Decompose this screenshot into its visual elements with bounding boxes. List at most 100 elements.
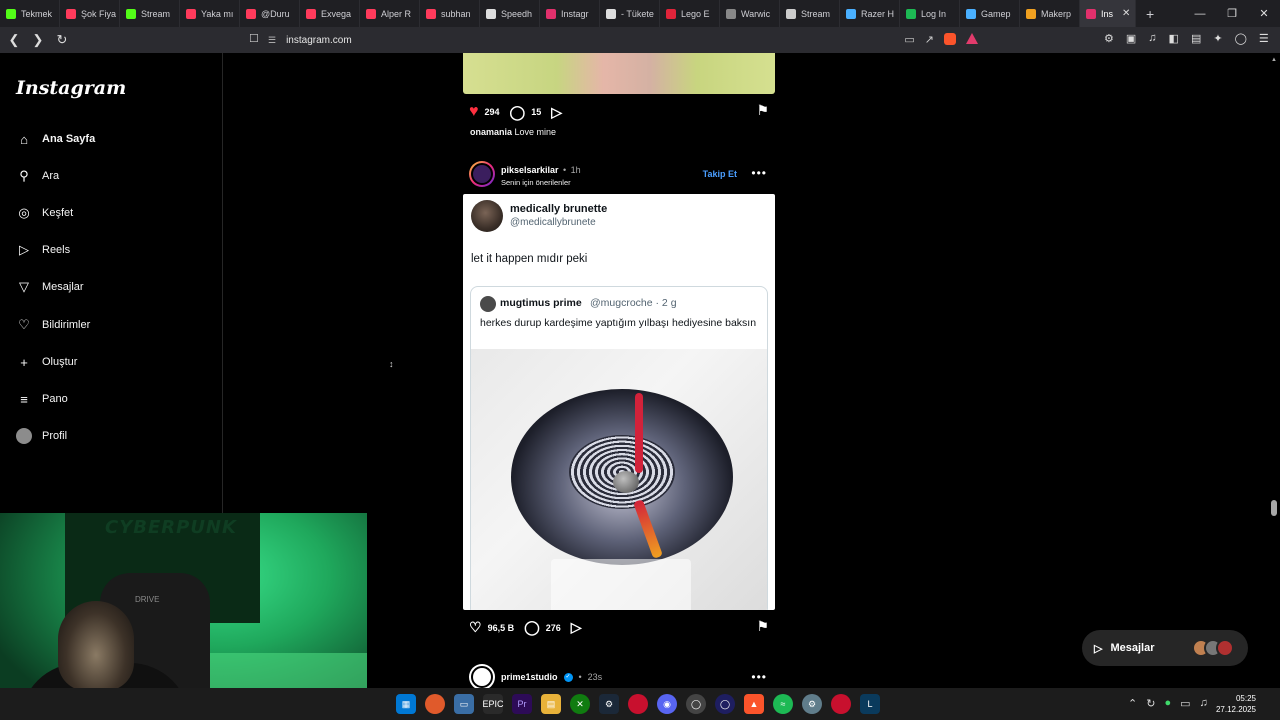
clock[interactable]: 05:25 27.12.2025 [1216, 693, 1256, 715]
browser-tab[interactable]: subhan [420, 0, 480, 27]
cast-icon[interactable]: ▭ [904, 33, 914, 46]
browser-tab[interactable]: Lego E [660, 0, 720, 27]
quoted-tweet: mugtimus prime @mugcroche · 2 g herkes d… [470, 286, 768, 610]
brave-shields-icon[interactable] [944, 33, 956, 45]
sidebar-item-send[interactable]: ▽ Mesajlar [16, 279, 84, 295]
back-icon[interactable]: ❮ [4, 32, 24, 48]
post-username[interactable]: pikselsarkilar [501, 165, 559, 175]
app-icon-1[interactable] [425, 694, 445, 714]
menu-icon[interactable]: ☰ [1259, 32, 1269, 45]
browser-tab[interactable]: Tekmek [0, 0, 60, 27]
app-icon-3[interactable] [628, 694, 648, 714]
epic-games-icon[interactable]: EPIC [483, 694, 504, 714]
comment-icon[interactable]: ◯ [524, 619, 540, 636]
mic-icon[interactable]: ● [1164, 697, 1171, 710]
next-post-username[interactable]: prime1studio [501, 672, 558, 682]
screenshot-icon[interactable]: ▣ [1126, 32, 1136, 45]
compass-icon: ◎ [18, 205, 30, 220]
instagram-logo[interactable]: Instagram [16, 77, 126, 99]
share-icon[interactable]: ▷ [551, 104, 562, 121]
post-avatar[interactable] [469, 160, 495, 187]
liked-heart-icon[interactable]: ♥ [469, 103, 479, 121]
browser-tab[interactable]: Exvega [300, 0, 360, 27]
browser-tab[interactable]: Ins ✕ [1080, 0, 1136, 27]
browser-tab[interactable]: @Duru [240, 0, 300, 27]
comment-icon[interactable]: ◯ [510, 104, 526, 121]
extensions-icon[interactable]: ⚙ [1104, 32, 1114, 45]
browser-tab[interactable]: Şok Fiya [60, 0, 120, 27]
sync-icon[interactable]: ↻ [1146, 697, 1155, 710]
save-icon[interactable]: ⚑ [756, 618, 769, 635]
scrollbar-thumb[interactable] [1271, 500, 1277, 516]
previous-post-image[interactable] [463, 53, 775, 94]
forward-icon[interactable]: ❯ [28, 32, 48, 48]
sidebar-item-home[interactable]: ⌂ Ana Sayfa [16, 131, 95, 147]
brave-rewards-icon[interactable] [966, 33, 978, 44]
steam-icon[interactable]: ⚙ [599, 694, 619, 714]
tab-close-icon[interactable]: ✕ [1122, 8, 1130, 19]
next-more-options-icon[interactable]: ••• [751, 670, 767, 684]
like-icon[interactable]: ♡ [469, 619, 482, 636]
volume-icon[interactable]: ♫ [1200, 697, 1208, 710]
xbox-icon[interactable]: ✕ [570, 694, 590, 714]
sidebar-item-dashboard[interactable]: ≡ Pano [16, 391, 68, 407]
tray-expand-icon[interactable]: ⌃ [1128, 697, 1137, 710]
scroll-up-icon[interactable]: ▲ [1271, 57, 1277, 63]
sidebar-item-compass[interactable]: ◎ Keşfet [16, 205, 73, 221]
browser-tab[interactable]: Instagr [540, 0, 600, 27]
reload-icon[interactable]: ↻ [52, 32, 72, 48]
browser-tab[interactable]: Log In [900, 0, 960, 27]
spotify-icon[interactable]: ≈ [773, 694, 793, 714]
new-tab-icon[interactable]: + [1146, 6, 1154, 22]
tab-favicon-icon [1026, 8, 1036, 19]
settings-icon[interactable]: ⚙ [802, 694, 822, 714]
post-image-tweet[interactable]: medically brunette @medicallybrunete let… [463, 194, 775, 610]
messages-pill[interactable]: ▷ Mesajlar [1082, 630, 1248, 666]
caption-username[interactable]: onamania [470, 127, 512, 137]
browser-tab[interactable]: Gamep [960, 0, 1020, 27]
bookmark-icon[interactable]: ☐ [249, 32, 259, 45]
app-icon-4[interactable]: ◯ [686, 694, 706, 714]
save-icon[interactable]: ⚑ [756, 102, 769, 119]
browser-tab[interactable]: Warwic [720, 0, 780, 27]
sidebar-item-search[interactable]: ⚲ Ara [16, 168, 59, 184]
browser-tab[interactable]: - Tükete [600, 0, 660, 27]
network-icon[interactable]: ▭ [1180, 697, 1190, 710]
brave-browser-icon[interactable]: ▲ [744, 694, 764, 714]
sidebar-toggle-icon[interactable]: ◧ [1169, 32, 1179, 45]
sidebar-item-reels[interactable]: ▷ Reels [16, 242, 70, 258]
premiere-icon[interactable]: Pr [512, 694, 532, 714]
vpn-icon[interactable]: ◯ [1235, 32, 1247, 45]
leo-icon[interactable]: ✦ [1213, 32, 1222, 45]
league-icon[interactable]: L [860, 694, 880, 714]
follow-button[interactable]: Takip Et [703, 169, 737, 179]
discord-icon[interactable]: ◉ [657, 694, 677, 714]
sidebar-item-avatar[interactable]: Profil [16, 428, 67, 444]
sidebar-item-plus[interactable]: + Oluştur [16, 354, 77, 370]
browser-tab[interactable]: Stream [120, 0, 180, 27]
browser-tab[interactable]: Makerp [1020, 0, 1080, 27]
browser-tab[interactable]: Yaka mı [180, 0, 240, 27]
app-icon-2[interactable]: ▭ [454, 694, 474, 714]
browser-tab[interactable]: Stream [780, 0, 840, 27]
file-explorer-icon[interactable]: ▤ [541, 694, 561, 714]
close-icon[interactable]: ✕ [1248, 7, 1280, 20]
browser-tab[interactable]: Razer H [840, 0, 900, 27]
address-bar[interactable]: ☰ instagram.com ▭ ↗ [268, 30, 990, 50]
start-icon[interactable]: ▦ [396, 694, 416, 714]
browser-tab[interactable]: Alper R [360, 0, 420, 27]
app-icon-6[interactable] [831, 694, 851, 714]
wallet-icon[interactable]: ▤ [1191, 32, 1201, 45]
browser-tab[interactable]: Speedh [480, 0, 540, 27]
site-info-icon[interactable]: ☰ [268, 35, 276, 46]
share-icon[interactable]: ↗ [925, 33, 934, 46]
app-icon-5[interactable]: ◯ [715, 694, 735, 714]
scrollbar[interactable]: ▲ [1268, 53, 1280, 688]
next-post-avatar[interactable] [469, 664, 495, 688]
restore-icon[interactable]: ❐ [1216, 7, 1248, 20]
minimize-icon[interactable]: — [1184, 8, 1216, 20]
share-icon[interactable]: ▷ [571, 619, 582, 636]
more-options-icon[interactable]: ••• [751, 166, 767, 180]
sidebar-item-heart[interactable]: ♡ Bildirimler [16, 317, 90, 333]
media-icon[interactable]: ♫ [1148, 32, 1156, 45]
